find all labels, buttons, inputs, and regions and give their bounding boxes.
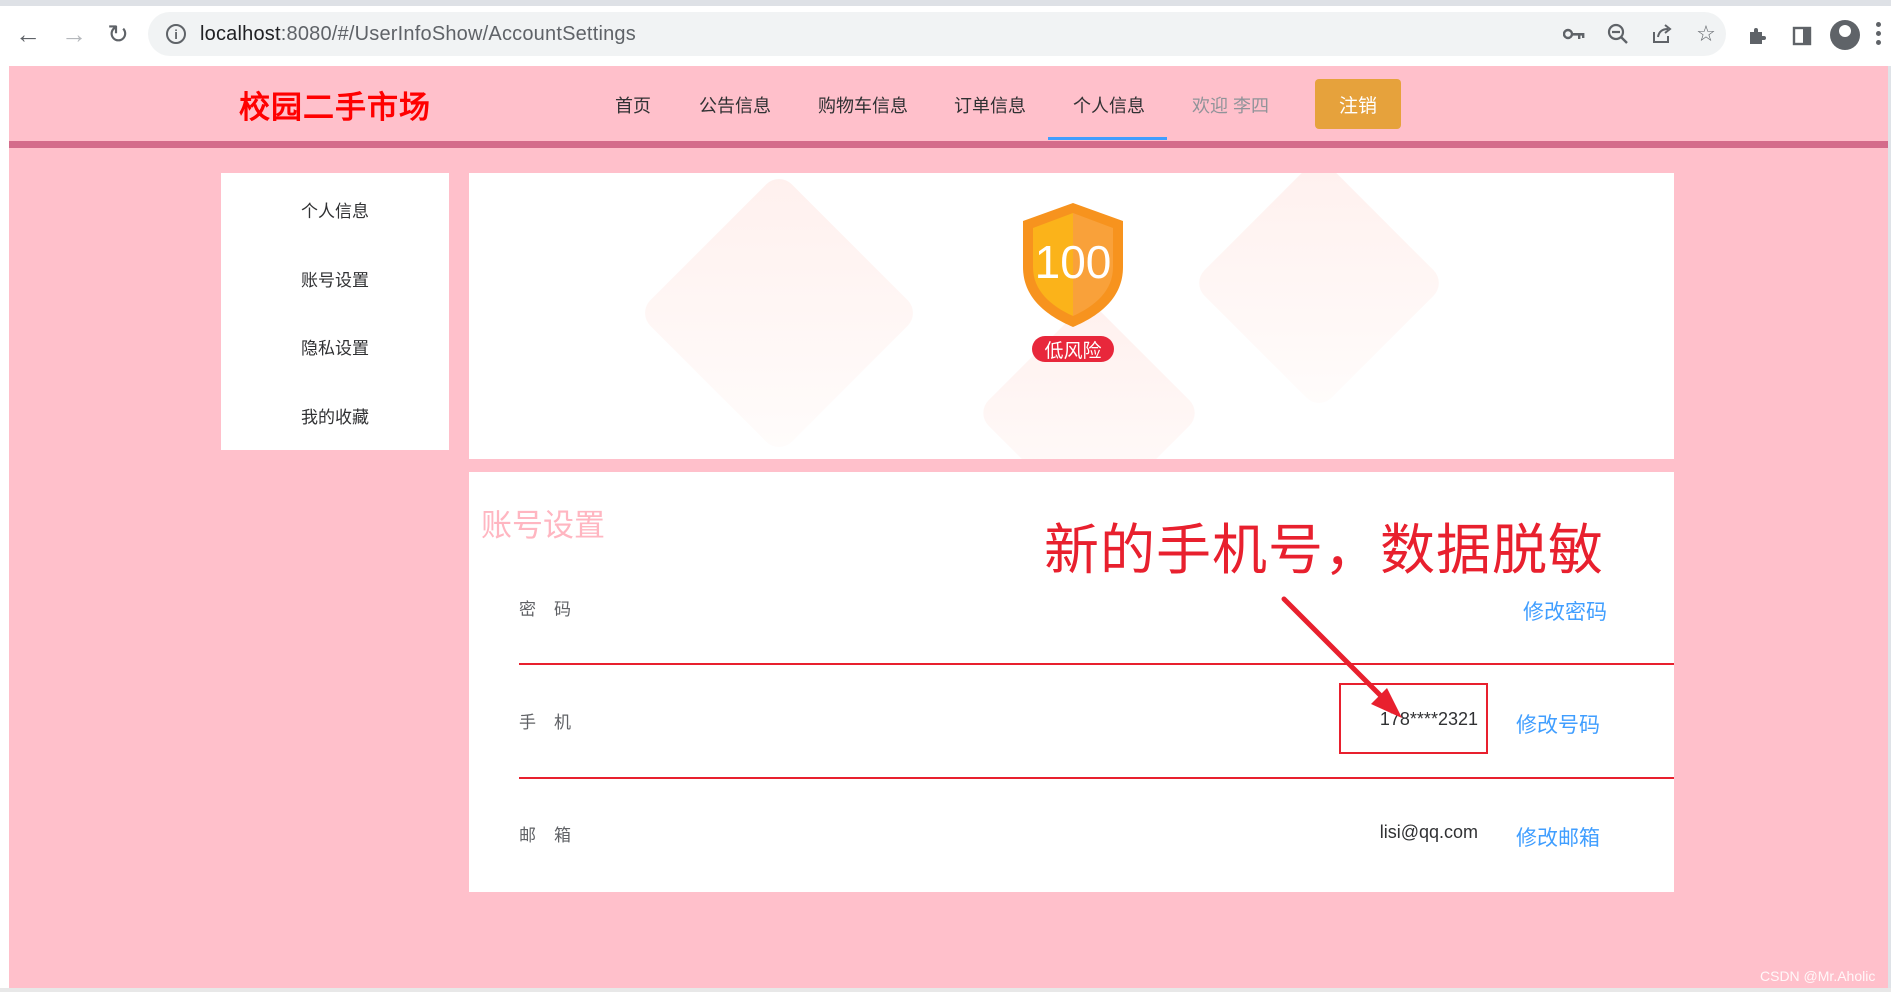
risk-level-badge: 低风险 bbox=[1032, 336, 1114, 362]
share-icon[interactable] bbox=[1646, 18, 1678, 50]
url-host: localhost bbox=[200, 22, 281, 45]
settings-sidebar: 个人信息 账号设置 隐私设置 我的收藏 bbox=[221, 173, 449, 450]
site-logo: 校园二手市场 bbox=[239, 90, 431, 125]
welcome-text: 欢迎 李四 bbox=[1192, 96, 1270, 116]
url-path: :8080/#/UserInfoShow/AccountSettings bbox=[280, 22, 636, 45]
row-divider bbox=[519, 663, 1674, 665]
bottom-strip bbox=[0, 988, 1891, 992]
section-title: 账号设置 bbox=[481, 508, 605, 543]
browser-toolbar: ← → ↻ i localhost:8080/#/UserInfoShow/Ac… bbox=[0, 6, 1891, 58]
change-email-link[interactable]: 修改邮箱 bbox=[1516, 822, 1600, 852]
security-score-panel: 100 低风险 bbox=[469, 173, 1674, 459]
row-divider bbox=[519, 777, 1674, 779]
extensions-puzzle-icon[interactable] bbox=[1742, 20, 1774, 52]
email-value: lisi@qq.com bbox=[1379, 822, 1478, 842]
logout-button[interactable]: 注销 bbox=[1315, 79, 1401, 129]
site-info-icon[interactable]: i bbox=[166, 24, 186, 44]
reload-icon[interactable]: ↻ bbox=[100, 16, 136, 52]
password-label: 密码 bbox=[519, 600, 589, 619]
background-decoration bbox=[1191, 173, 1447, 411]
nav-announcements[interactable]: 公告信息 bbox=[699, 92, 771, 118]
account-settings-panel: 账号设置 新的手机号，数据脱敏 密码 修改密码 手机 178****2321 修… bbox=[469, 472, 1674, 892]
bookmark-star-icon[interactable]: ☆ bbox=[1690, 18, 1722, 50]
site-header: 校园二手市场 首页 公告信息 购物车信息 订单信息 个人信息 欢迎 李四 注销 bbox=[9, 66, 1890, 141]
phone-label: 手机 bbox=[519, 713, 589, 732]
page: 校园二手市场 首页 公告信息 购物车信息 订单信息 个人信息 欢迎 李四 注销 … bbox=[9, 66, 1890, 988]
background-decoration bbox=[637, 173, 921, 455]
email-label: 邮箱 bbox=[519, 826, 589, 845]
header-divider bbox=[9, 141, 1890, 148]
security-shield-icon: 100 bbox=[1023, 203, 1123, 327]
side-panel-icon[interactable] bbox=[1786, 20, 1818, 52]
security-score: 100 bbox=[1035, 236, 1112, 288]
sidebar-item-account-settings[interactable]: 账号设置 bbox=[221, 266, 449, 291]
phone-highlight-box bbox=[1339, 683, 1488, 754]
url-text: localhost:8080/#/UserInfoShow/AccountSet… bbox=[200, 23, 636, 46]
forward-arrow-icon[interactable]: → bbox=[56, 16, 92, 52]
sidebar-item-favorites[interactable]: 我的收藏 bbox=[221, 403, 449, 428]
address-bar[interactable]: i localhost:8080/#/UserInfoShow/AccountS… bbox=[148, 12, 1726, 56]
change-password-link[interactable]: 修改密码 bbox=[1523, 596, 1607, 626]
profile-avatar-icon[interactable] bbox=[1830, 20, 1860, 50]
watermark-text: CSDN @Mr.Aholic bbox=[1760, 968, 1876, 984]
sidebar-item-privacy-settings[interactable]: 隐私设置 bbox=[221, 334, 449, 359]
nav-profile[interactable]: 个人信息 bbox=[1073, 92, 1145, 118]
annotation-text: 新的手机号，数据脱敏 bbox=[1044, 519, 1605, 581]
change-phone-link[interactable]: 修改号码 bbox=[1516, 709, 1600, 739]
nav-cart[interactable]: 购物车信息 bbox=[818, 92, 908, 118]
browser-menu-icon[interactable] bbox=[1876, 22, 1882, 48]
nav-orders[interactable]: 订单信息 bbox=[954, 92, 1026, 118]
zoom-out-icon[interactable] bbox=[1602, 18, 1634, 50]
back-arrow-icon[interactable]: ← bbox=[10, 16, 46, 52]
key-icon[interactable] bbox=[1558, 18, 1590, 50]
active-nav-underline bbox=[1048, 137, 1167, 140]
sidebar-item-profile[interactable]: 个人信息 bbox=[221, 197, 449, 222]
nav-home[interactable]: 首页 bbox=[615, 92, 651, 118]
